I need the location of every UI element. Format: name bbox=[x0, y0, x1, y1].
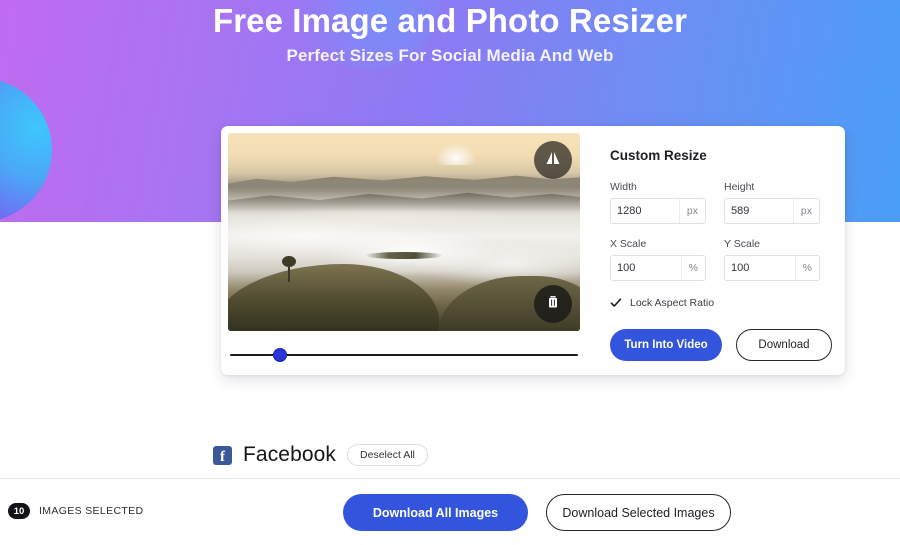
selected-count-label: IMAGES SELECTED bbox=[39, 505, 144, 517]
y-scale-input-wrap[interactable]: % bbox=[724, 255, 820, 281]
image-preview-panel bbox=[228, 133, 580, 368]
photo-cloud bbox=[435, 142, 476, 165]
width-field: Width px bbox=[610, 181, 706, 224]
flip-button[interactable] bbox=[534, 141, 572, 179]
lock-aspect-ratio-row[interactable]: Lock Aspect Ratio bbox=[610, 297, 832, 309]
photo-hill-front bbox=[228, 263, 440, 331]
decorative-blob-left bbox=[0, 78, 52, 222]
height-input[interactable] bbox=[725, 205, 793, 217]
scale-fields-row: X Scale % Y Scale % bbox=[610, 238, 832, 281]
height-input-wrap[interactable]: px bbox=[724, 198, 820, 224]
selection-status: 10 IMAGES SELECTED bbox=[8, 503, 143, 519]
preview-image[interactable] bbox=[228, 133, 580, 331]
bottom-buttons: Download All Images Download Selected Im… bbox=[343, 494, 731, 531]
height-label: Height bbox=[724, 181, 755, 193]
flip-horizontal-icon bbox=[544, 149, 562, 172]
deselect-all-button[interactable]: Deselect All bbox=[347, 444, 428, 466]
image-size-slider[interactable] bbox=[228, 346, 580, 364]
y-scale-input[interactable] bbox=[725, 262, 795, 274]
photo-island bbox=[365, 251, 443, 259]
form-title: Custom Resize bbox=[610, 148, 707, 163]
x-scale-field: X Scale % bbox=[610, 238, 706, 281]
bottom-action-bar: 10 IMAGES SELECTED Download All Images D… bbox=[0, 479, 900, 545]
editor-card: Custom Resize Width px Height px bbox=[221, 126, 845, 375]
form-actions: Turn Into Video Download bbox=[610, 329, 832, 361]
page-subtitle: Perfect Sizes For Social Media And Web bbox=[286, 46, 614, 65]
platform-name: Facebook bbox=[243, 443, 337, 466]
width-input-wrap[interactable]: px bbox=[610, 198, 706, 224]
platform-section: f Facebook Deselect All bbox=[213, 443, 428, 467]
height-unit: px bbox=[792, 199, 819, 223]
custom-resize-form: Custom Resize Width px Height px bbox=[610, 148, 832, 361]
x-scale-label: X Scale bbox=[610, 238, 647, 250]
trash-icon bbox=[545, 294, 561, 315]
page-title: Free Image and Photo Resizer bbox=[212, 2, 688, 39]
download-selected-images-button[interactable]: Download Selected Images bbox=[546, 494, 731, 531]
photo-ridge-far bbox=[228, 175, 580, 197]
height-field: Height px bbox=[724, 181, 820, 224]
y-scale-label: Y Scale bbox=[724, 238, 760, 250]
lock-aspect-ratio-label: Lock Aspect Ratio bbox=[630, 297, 715, 309]
download-all-images-button[interactable]: Download All Images bbox=[343, 494, 528, 531]
y-scale-unit: % bbox=[794, 256, 819, 280]
turn-into-video-button[interactable]: Turn Into Video bbox=[610, 329, 722, 361]
page-root: Free Image and Photo Resizer Perfect Siz… bbox=[0, 0, 900, 545]
x-scale-input-wrap[interactable]: % bbox=[610, 255, 706, 281]
x-scale-unit: % bbox=[680, 256, 705, 280]
checkmark-icon[interactable] bbox=[610, 297, 622, 309]
delete-button[interactable] bbox=[534, 285, 572, 323]
width-input[interactable] bbox=[611, 205, 679, 217]
width-label: Width bbox=[610, 181, 637, 193]
width-unit: px bbox=[678, 199, 705, 223]
selected-count-badge: 10 bbox=[8, 503, 30, 519]
photo-tree bbox=[281, 255, 296, 282]
download-button[interactable]: Download bbox=[736, 329, 832, 361]
slider-thumb[interactable] bbox=[273, 348, 288, 362]
x-scale-input[interactable] bbox=[611, 262, 681, 274]
dimension-fields-row: Width px Height px bbox=[610, 181, 832, 224]
y-scale-field: Y Scale % bbox=[724, 238, 820, 281]
facebook-icon: f bbox=[213, 445, 232, 465]
